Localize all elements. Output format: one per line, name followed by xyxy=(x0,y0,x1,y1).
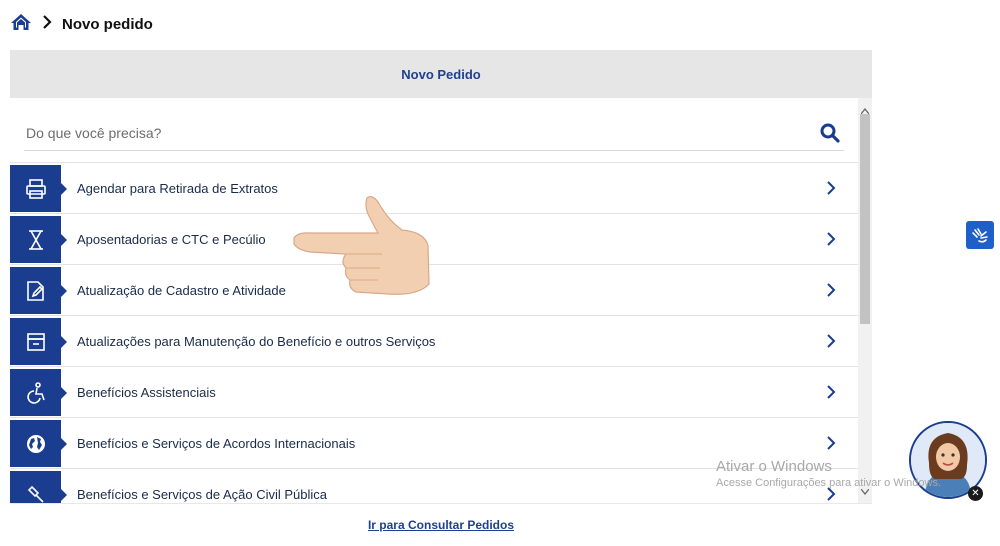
chevron-right-icon xyxy=(826,486,836,503)
list-item-assistenciais[interactable]: Benefícios Assistenciais xyxy=(10,367,858,418)
search-icon[interactable] xyxy=(816,119,844,147)
list-item-label: Benefícios e Serviços de Acordos Interna… xyxy=(77,435,356,451)
globe-icon xyxy=(10,420,67,467)
search-input[interactable] xyxy=(24,124,728,142)
document-edit-icon xyxy=(10,267,67,314)
close-icon[interactable]: ✕ xyxy=(968,486,983,501)
panel-title: Novo Pedido xyxy=(10,50,872,98)
list-item-label: Atualizações para Manutenção do Benefíci… xyxy=(77,333,436,349)
list-item-label: Agendar para Retirada de Extratos xyxy=(77,180,278,196)
list-item-acao-civil[interactable]: Benefícios e Serviços de Ação Civil Públ… xyxy=(10,469,858,503)
gavel-icon xyxy=(10,471,67,503)
list-item-label: Benefícios e Serviços de Ação Civil Públ… xyxy=(77,486,328,502)
chevron-right-icon xyxy=(826,180,836,201)
chevron-right-icon xyxy=(826,282,836,303)
list-item-label: Benefícios Assistenciais xyxy=(77,384,216,400)
breadcrumb: Novo pedido xyxy=(10,12,153,36)
scroll-down-icon[interactable] xyxy=(860,482,870,500)
scrollbar-thumb[interactable] xyxy=(860,114,870,324)
consult-orders-link[interactable]: Ir para Consultar Pedidos xyxy=(368,518,514,532)
chevron-right-icon xyxy=(826,333,836,354)
panel-footer: Ir para Consultar Pedidos xyxy=(10,503,872,546)
archive-box-icon xyxy=(10,318,67,365)
list-scrollbar[interactable] xyxy=(858,98,872,503)
home-icon[interactable] xyxy=(10,12,32,37)
list-item-manutencao[interactable]: Atualizações para Manutenção do Benefíci… xyxy=(10,316,858,367)
printer-icon xyxy=(10,165,67,212)
chevron-right-icon xyxy=(826,435,836,456)
pointing-hand-icon xyxy=(290,188,440,303)
chevron-right-icon xyxy=(826,384,836,405)
list-item-acordos[interactable]: Benefícios e Serviços de Acordos Interna… xyxy=(10,418,858,469)
breadcrumb-current: Novo pedido xyxy=(62,15,153,33)
list-item-label: Aposentadorias e CTC e Pecúlio xyxy=(77,231,266,247)
new-order-panel: Novo Pedido Agendar para Retirada de Ext… xyxy=(10,50,872,546)
chevron-right-icon xyxy=(42,14,52,34)
list-item-label: Atualização de Cadastro e Atividade xyxy=(77,282,286,298)
sign-language-icon[interactable] xyxy=(966,221,994,249)
chevron-right-icon xyxy=(826,231,836,252)
hourglass-icon xyxy=(10,216,67,263)
search-bar xyxy=(24,116,844,151)
wheelchair-icon xyxy=(10,369,67,416)
